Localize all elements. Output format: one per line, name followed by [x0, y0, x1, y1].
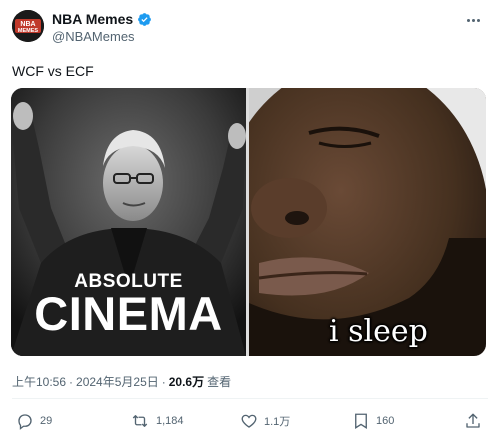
tweet-time[interactable]: 上午10:56 — [12, 373, 66, 390]
bookmark-count: 160 — [376, 415, 395, 427]
svg-text:MEMES: MEMES — [18, 28, 39, 34]
caption-i-sleep: i sleep — [329, 314, 428, 349]
share-icon — [466, 413, 480, 428]
like-count: 1.1万 — [264, 416, 291, 428]
avatar-logo: NBA MEMES — [12, 10, 44, 42]
reply-button[interactable]: 29 — [16, 412, 52, 430]
retweet-icon — [132, 415, 148, 427]
meta-separator: · — [161, 374, 166, 389]
tweet-text: WCF vs ECF — [12, 63, 94, 79]
avatar[interactable]: NBA MEMES — [12, 10, 44, 42]
tweet-media[interactable]: ABSOLUTE CINEMA i sleep — [11, 88, 486, 356]
divider — [12, 398, 488, 399]
svg-text:NBA: NBA — [20, 21, 35, 28]
verified-badge-icon — [137, 12, 152, 27]
heart-icon — [241, 414, 257, 428]
reply-count: 29 — [40, 415, 53, 427]
media-left-absolute-cinema[interactable]: ABSOLUTE CINEMA — [11, 88, 246, 356]
author-name-row: NBA Memes — [52, 11, 152, 27]
retweet-count: 1,184 — [156, 415, 184, 427]
action-bar: 29 1,184 1.1万 160 — [12, 412, 488, 434]
retweet-button[interactable]: 1,184 — [130, 412, 184, 430]
like-button[interactable]: 1.1万 — [240, 412, 290, 430]
view-count[interactable]: 20.6万 — [169, 373, 204, 390]
tweet-meta: 上午10:56 · 2024年5月25日 · 20.6万 查看 — [12, 373, 231, 390]
tweet-header: NBA MEMES NBA Memes @NBAMemes — [12, 10, 488, 46]
more-icon[interactable] — [462, 12, 484, 28]
bookmark-button[interactable]: 160 — [352, 412, 394, 430]
bookmark-icon — [355, 413, 367, 429]
share-button[interactable] — [464, 412, 482, 430]
meta-separator: · — [69, 374, 74, 389]
caption-cinema: CINEMA — [34, 287, 223, 340]
author-name[interactable]: NBA Memes — [52, 11, 133, 27]
author-handle[interactable]: @NBAMemes — [52, 29, 135, 44]
tweet-date[interactable]: 2024年5月25日 — [76, 373, 159, 390]
views-label: 查看 — [207, 375, 232, 389]
media-right-i-sleep[interactable]: i sleep — [249, 88, 486, 356]
reply-icon — [18, 414, 32, 430]
